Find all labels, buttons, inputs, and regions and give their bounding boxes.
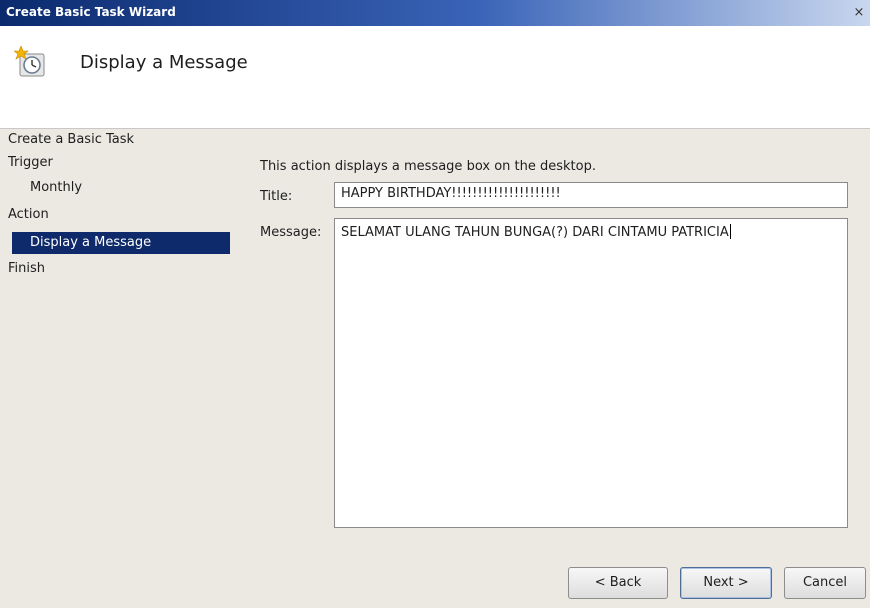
step-display-a-message[interactable]: Display a Message bbox=[12, 232, 230, 254]
message-textarea[interactable]: SELAMAT ULANG TAHUN BUNGA(?) DARI CINTAM… bbox=[334, 218, 848, 528]
window-title: Create Basic Task Wizard bbox=[6, 5, 176, 19]
title-input-value: HAPPY BIRTHDAY!!!!!!!!!!!!!!!!!!!!! bbox=[341, 186, 561, 201]
step-action[interactable]: Action bbox=[8, 204, 49, 226]
wizard-content: This action displays a message box on th… bbox=[240, 129, 870, 608]
step-create-basic-task[interactable]: Create a Basic Task bbox=[8, 129, 134, 151]
page-title: Display a Message bbox=[80, 52, 248, 73]
action-description: This action displays a message box on th… bbox=[260, 159, 596, 174]
create-basic-task-wizard-window: Create Basic Task Wizard × Display a Mes… bbox=[0, 0, 870, 608]
wizard-header: Display a Message bbox=[0, 26, 870, 129]
wizard-steps-sidebar: Create a Basic Task Trigger Monthly Acti… bbox=[0, 129, 240, 608]
text-caret bbox=[729, 224, 731, 239]
message-label: Message: bbox=[260, 225, 322, 240]
clock-with-star-icon bbox=[14, 46, 45, 77]
step-finish[interactable]: Finish bbox=[8, 258, 45, 280]
step-monthly[interactable]: Monthly bbox=[30, 177, 82, 199]
title-label: Title: bbox=[260, 189, 293, 204]
title-bar[interactable]: Create Basic Task Wizard × bbox=[0, 0, 870, 26]
back-button[interactable]: < Back bbox=[568, 567, 668, 599]
cancel-button[interactable]: Cancel bbox=[784, 567, 866, 599]
message-textarea-value: SELAMAT ULANG TAHUN BUNGA(?) DARI CINTAM… bbox=[341, 225, 729, 240]
step-trigger[interactable]: Trigger bbox=[8, 152, 53, 174]
next-button[interactable]: Next > bbox=[680, 567, 772, 599]
close-icon[interactable]: × bbox=[852, 5, 866, 20]
title-input[interactable]: HAPPY BIRTHDAY!!!!!!!!!!!!!!!!!!!!! bbox=[334, 182, 848, 208]
